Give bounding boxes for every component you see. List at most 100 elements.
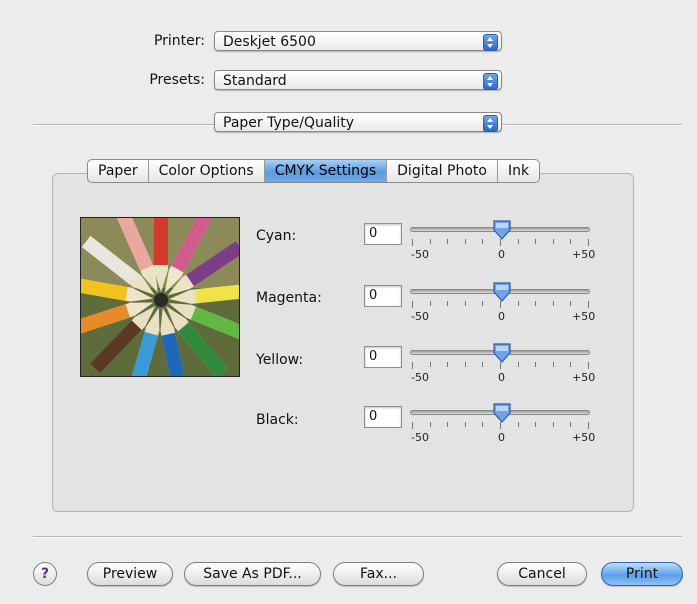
popup-arrows-icon	[483, 115, 498, 132]
bottom-separator	[33, 536, 682, 537]
yellow-min-label: -50	[411, 371, 429, 384]
presets-label: Presets:	[149, 72, 205, 88]
slider-thumb-icon	[493, 403, 511, 423]
cyan-min-label: -50	[411, 248, 429, 261]
slider-tick	[482, 422, 483, 427]
slider-tick	[535, 239, 536, 244]
black-value-field[interactable]: 0	[364, 406, 402, 428]
top-separator-left	[33, 124, 214, 125]
slider-tick	[553, 422, 554, 427]
yellow-max-label: +50	[572, 371, 596, 384]
cancel-button[interactable]: Cancel	[497, 562, 587, 586]
slider-tick	[535, 422, 536, 427]
slider-tick	[482, 301, 483, 306]
slider-tick	[412, 301, 413, 308]
black-max-label: +50	[572, 431, 596, 444]
black-ticks	[410, 422, 590, 430]
top-separator-right	[502, 124, 682, 125]
black-slider-thumb[interactable]	[491, 402, 513, 424]
slider-tick	[588, 422, 589, 429]
help-button[interactable]: ?	[33, 562, 57, 586]
presets-value: Standard	[223, 73, 287, 89]
preview-image	[80, 217, 240, 377]
yellow-value-field[interactable]: 0	[364, 346, 402, 368]
slider-tick	[535, 362, 536, 367]
cyan-value-field[interactable]: 0	[364, 223, 402, 245]
slider-tick	[553, 239, 554, 244]
magenta-ticks	[410, 301, 590, 309]
slider-tick	[430, 362, 431, 367]
tab-color-options[interactable]: Color Options	[149, 160, 265, 182]
yellow-label: Yellow:	[256, 352, 304, 368]
popup-arrows-icon	[483, 34, 498, 51]
panel-popup[interactable]: Paper Type/Quality	[214, 112, 502, 132]
slider-tick	[553, 362, 554, 367]
slider-tick	[447, 301, 448, 306]
black-min-label: -50	[411, 431, 429, 444]
slider-tick	[500, 301, 501, 308]
slider-tick	[465, 239, 466, 244]
slider-tick	[482, 362, 483, 367]
slider-tick	[482, 239, 483, 244]
help-icon: ?	[40, 566, 50, 582]
magenta-min-label: -50	[411, 310, 429, 323]
cyan-label: Cyan:	[256, 228, 297, 244]
slider-tick	[412, 362, 413, 369]
slider-tick	[430, 422, 431, 427]
slider-tick	[447, 422, 448, 427]
slider-tick	[447, 362, 448, 367]
yellow-mid-label: 0	[498, 371, 505, 384]
slider-tick	[500, 362, 501, 369]
slider-tick	[588, 362, 589, 369]
slider-tick	[447, 239, 448, 244]
printer-value: Deskjet 6500	[223, 34, 316, 50]
slider-tick	[518, 301, 519, 306]
slider-thumb-icon	[493, 343, 511, 363]
slider-tick	[518, 362, 519, 367]
slider-tick	[535, 301, 536, 306]
cyan-ticks	[410, 239, 590, 247]
slider-thumb-icon	[493, 282, 511, 302]
slider-tick	[500, 239, 501, 246]
slider-tick	[412, 239, 413, 246]
slider-tick	[430, 239, 431, 244]
magenta-value-field[interactable]: 0	[364, 285, 402, 307]
colored-pencils-image	[81, 218, 239, 376]
black-label: Black:	[256, 412, 299, 428]
fax-button[interactable]: Fax...	[333, 562, 424, 586]
preview-button[interactable]: Preview	[87, 562, 173, 586]
cyan-slider-thumb[interactable]	[491, 219, 513, 241]
print-button[interactable]: Print	[601, 562, 683, 586]
printer-label: Printer:	[153, 33, 205, 49]
magenta-label: Magenta:	[256, 290, 322, 306]
tab-digital-photo[interactable]: Digital Photo	[387, 160, 498, 182]
slider-tick	[570, 362, 571, 367]
slider-tick	[412, 422, 413, 429]
presets-popup[interactable]: Standard	[214, 70, 502, 90]
tab-paper[interactable]: Paper	[88, 160, 149, 182]
slider-tick	[465, 422, 466, 427]
tab-cmyk-settings[interactable]: CMYK Settings	[264, 160, 388, 182]
tab-bar: Paper Color Options CMYK Settings Digita…	[87, 159, 541, 183]
slider-tick	[570, 422, 571, 427]
magenta-mid-label: 0	[498, 310, 505, 323]
cyan-mid-label: 0	[498, 248, 505, 261]
cyan-max-label: +50	[572, 248, 596, 261]
slider-tick	[570, 239, 571, 244]
popup-arrows-icon	[483, 73, 498, 90]
save-as-pdf-button[interactable]: Save As PDF...	[184, 562, 321, 586]
tab-ink[interactable]: Ink	[498, 160, 539, 182]
magenta-slider-thumb[interactable]	[491, 281, 513, 303]
black-mid-label: 0	[498, 431, 505, 444]
yellow-slider-thumb[interactable]	[491, 342, 513, 364]
slider-tick	[570, 301, 571, 306]
slider-tick	[500, 422, 501, 429]
printer-popup[interactable]: Deskjet 6500	[214, 31, 502, 51]
slider-tick	[518, 422, 519, 427]
magenta-max-label: +50	[572, 310, 596, 323]
yellow-ticks	[410, 362, 590, 370]
slider-tick	[518, 239, 519, 244]
slider-tick	[553, 301, 554, 306]
panel-value: Paper Type/Quality	[223, 115, 354, 131]
slider-tick	[588, 301, 589, 308]
